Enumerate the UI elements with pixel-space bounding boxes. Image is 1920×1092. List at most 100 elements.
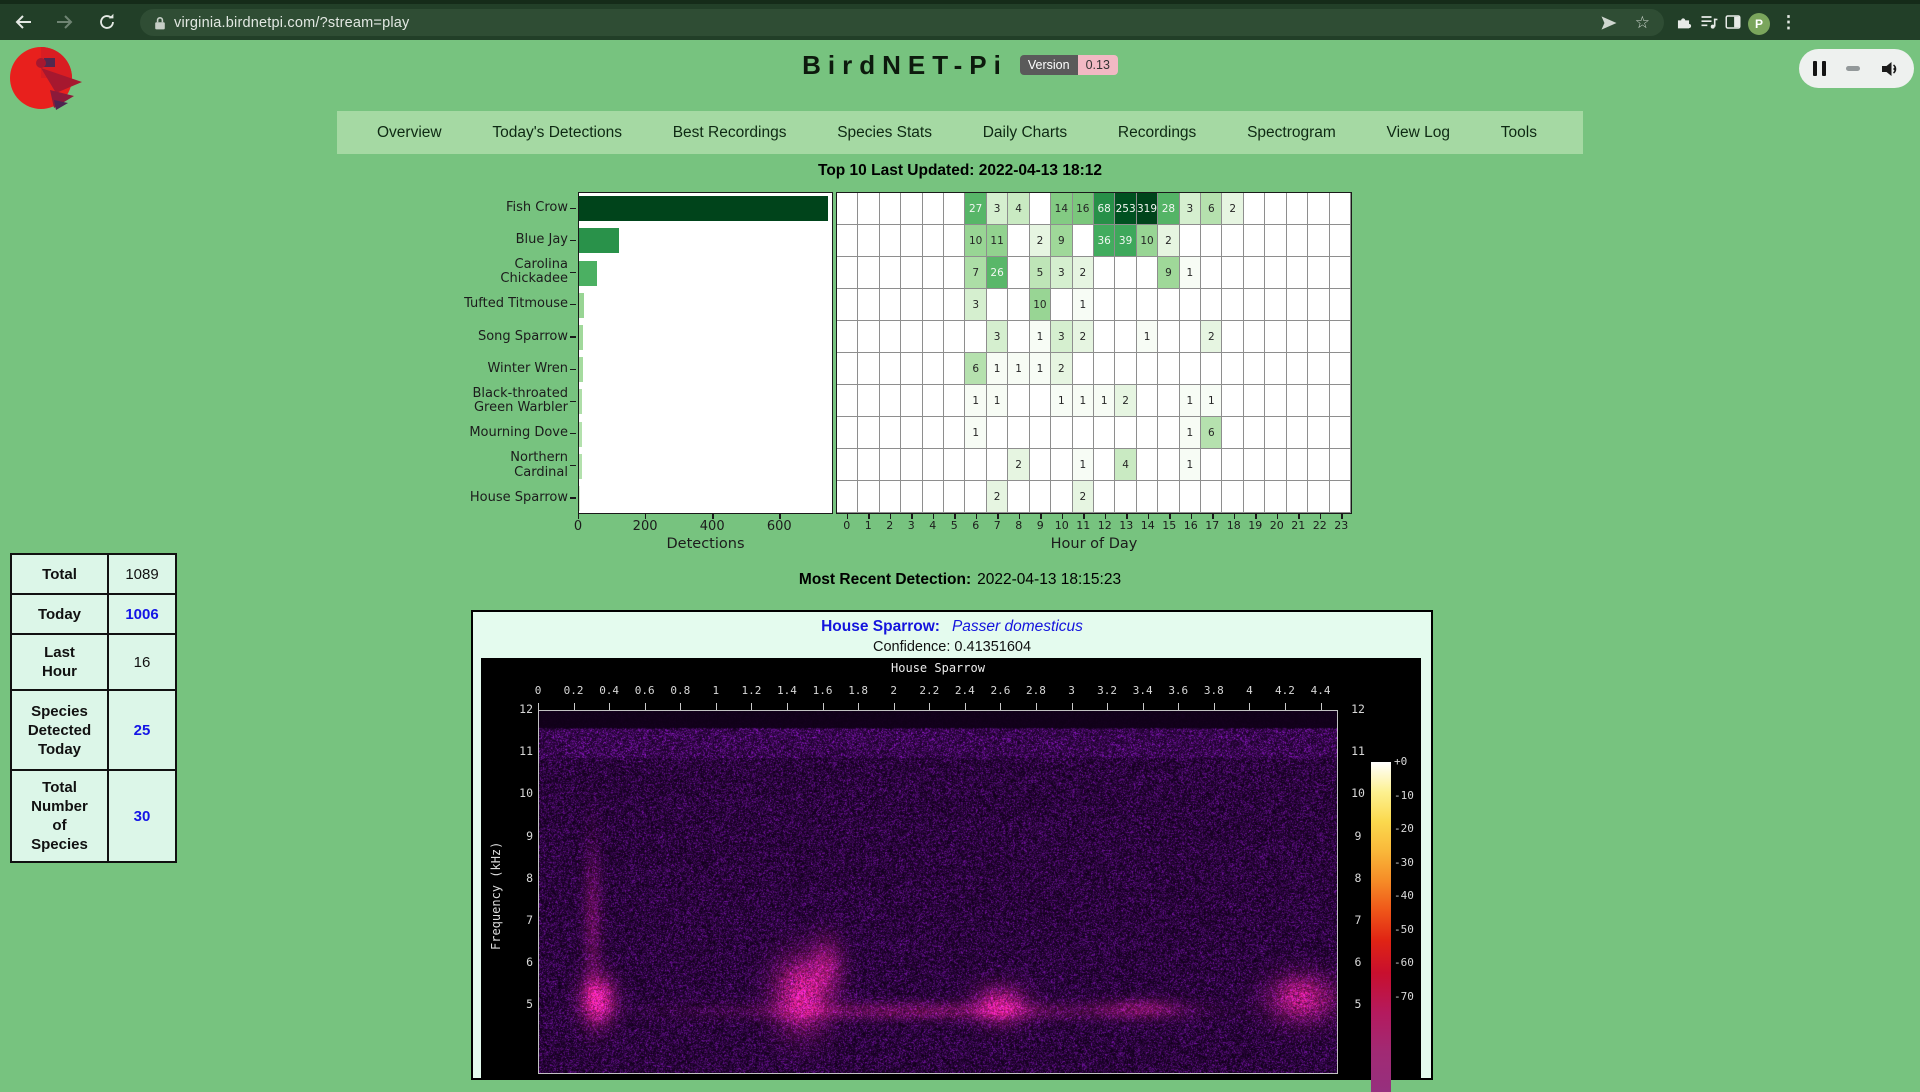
heatmap-cell bbox=[1222, 225, 1243, 257]
species-label: Carolina Chickadee bbox=[422, 256, 568, 288]
heatmap-cell bbox=[901, 225, 922, 257]
heatmap-cell bbox=[1051, 449, 1072, 481]
time-tick-mark bbox=[823, 703, 824, 710]
heatmap-cell: 1 bbox=[965, 417, 986, 449]
heatmap-cell bbox=[1201, 353, 1222, 385]
profile-avatar[interactable]: P bbox=[1748, 13, 1770, 35]
nav-item-spectrogram[interactable]: Spectrogram bbox=[1247, 124, 1336, 142]
url-text[interactable]: virginia.birdnetpi.com/?stream=play bbox=[174, 15, 409, 31]
heatmap-cell bbox=[923, 193, 944, 225]
heatmap-cell bbox=[1265, 289, 1286, 321]
time-tick-label: 0.6 bbox=[625, 684, 665, 697]
extensions-icon[interactable] bbox=[1674, 13, 1693, 32]
most-recent-label: Most Recent Detection: bbox=[799, 571, 971, 588]
nav-item-daily-charts[interactable]: Daily Charts bbox=[983, 124, 1067, 142]
heatmap-cell: 1 bbox=[1201, 385, 1222, 417]
detection-title: House Sparrow:Passer domesticus bbox=[473, 618, 1431, 636]
heatmap-cell bbox=[880, 257, 901, 289]
heatmap-cell bbox=[1287, 417, 1308, 449]
forward-icon[interactable] bbox=[52, 10, 76, 34]
back-icon[interactable] bbox=[12, 10, 36, 34]
heatmap-cell bbox=[1158, 289, 1179, 321]
recent-detection-card: House Sparrow:Passer domesticus Confiden… bbox=[471, 610, 1433, 1080]
heatmap-cell bbox=[901, 417, 922, 449]
nav-item-overview[interactable]: Overview bbox=[377, 124, 442, 142]
heatmap-cell bbox=[1244, 257, 1265, 289]
hour-tick-label: 21 bbox=[1288, 519, 1310, 532]
time-tick-label: 3.4 bbox=[1123, 684, 1163, 697]
time-tick-label: 1.2 bbox=[731, 684, 771, 697]
time-tick-label: 2.6 bbox=[980, 684, 1020, 697]
heatmap-cell bbox=[837, 225, 858, 257]
audio-player[interactable] bbox=[1799, 49, 1914, 88]
heatmap-cell bbox=[858, 321, 879, 353]
nav-item-view-log[interactable]: View Log bbox=[1387, 124, 1450, 142]
heatmap-cell bbox=[1287, 225, 1308, 257]
summary-value[interactable]: 25 bbox=[108, 690, 176, 770]
hour-tick-label: 15 bbox=[1159, 519, 1181, 532]
pause-icon[interactable] bbox=[1813, 61, 1826, 76]
reload-icon[interactable] bbox=[96, 11, 118, 33]
hour-tick-label: 3 bbox=[901, 519, 923, 532]
bar bbox=[579, 325, 583, 350]
axis-tick bbox=[570, 240, 576, 241]
freq-tick-label: 9 bbox=[1343, 829, 1373, 843]
nav-item-species-stats[interactable]: Species Stats bbox=[837, 124, 932, 142]
heatmap-cell: 9 bbox=[1158, 257, 1179, 289]
heatmap-cell bbox=[1201, 289, 1222, 321]
time-tick-mark bbox=[1107, 703, 1108, 710]
time-tick-label: 3.8 bbox=[1194, 684, 1234, 697]
bookmark-star-icon[interactable]: ☆ bbox=[1635, 14, 1650, 31]
volume-icon[interactable] bbox=[1880, 59, 1900, 79]
nav-item-best-recordings[interactable]: Best Recordings bbox=[673, 124, 787, 142]
media-queue-icon[interactable] bbox=[1699, 12, 1719, 32]
nav-item-recordings[interactable]: Recordings bbox=[1118, 124, 1196, 142]
freq-tick-label: 6 bbox=[1343, 955, 1373, 969]
heatmap-cell bbox=[837, 449, 858, 481]
send-icon[interactable] bbox=[1599, 13, 1619, 33]
heatmap-cell bbox=[1051, 481, 1072, 513]
heatmap-cell bbox=[1244, 385, 1265, 417]
time-tick-label: 3.6 bbox=[1158, 684, 1198, 697]
summary-value[interactable]: 30 bbox=[108, 770, 176, 862]
address-bar[interactable]: virginia.birdnetpi.com/?stream=play ☆ bbox=[140, 9, 1664, 36]
heatmap-cell bbox=[1330, 481, 1351, 513]
heatmap-cell bbox=[1008, 225, 1029, 257]
heatmap-cell: 14 bbox=[1051, 193, 1072, 225]
top10-heading: Top 10 Last Updated: 2022-04-13 18:12 bbox=[0, 162, 1920, 180]
nav-item-today-s-detections[interactable]: Today's Detections bbox=[492, 124, 622, 142]
summary-table: Total1089Today1006Last Hour16Species Det… bbox=[10, 553, 177, 863]
summary-value[interactable]: 1006 bbox=[108, 594, 176, 634]
seek-dash[interactable] bbox=[1846, 66, 1860, 71]
heatmap-cell bbox=[1115, 289, 1136, 321]
heatmap-cell bbox=[1265, 449, 1286, 481]
heatmap-cell bbox=[1222, 321, 1243, 353]
nav-item-tools[interactable]: Tools bbox=[1501, 124, 1537, 142]
heatmap-cell bbox=[1158, 449, 1179, 481]
time-tick-mark bbox=[751, 703, 752, 710]
time-tick-label: 1.4 bbox=[767, 684, 807, 697]
hour-tick-label: 6 bbox=[965, 519, 987, 532]
time-tick-label: 0 bbox=[518, 684, 558, 697]
hour-tick-label: 7 bbox=[987, 519, 1009, 532]
heatmap-cell: 1 bbox=[1073, 289, 1094, 321]
menu-icon[interactable]: ⋮ bbox=[1780, 14, 1797, 31]
bar-xtick-label: 400 bbox=[687, 519, 737, 534]
bar bbox=[579, 228, 619, 253]
side-panel-icon[interactable] bbox=[1724, 13, 1742, 31]
freq-tick-label: 6 bbox=[503, 955, 533, 969]
heatmap-cell bbox=[1008, 385, 1029, 417]
spectrogram-title: House Sparrow bbox=[538, 661, 1338, 675]
hour-tick-label: 23 bbox=[1331, 519, 1353, 532]
heatmap-cell bbox=[923, 321, 944, 353]
heatmap-cell bbox=[1330, 193, 1351, 225]
summary-row: Last Hour16 bbox=[11, 634, 176, 690]
heatmap-cell bbox=[1330, 225, 1351, 257]
heatmap-cell: 7 bbox=[965, 257, 986, 289]
heatmap-cell bbox=[901, 385, 922, 417]
heatmap-cell bbox=[1265, 385, 1286, 417]
heatmap-cell: 3 bbox=[1180, 193, 1201, 225]
bar bbox=[579, 261, 597, 286]
heatmap-cell bbox=[858, 289, 879, 321]
colorbar-tick-label: -30 bbox=[1394, 856, 1414, 869]
